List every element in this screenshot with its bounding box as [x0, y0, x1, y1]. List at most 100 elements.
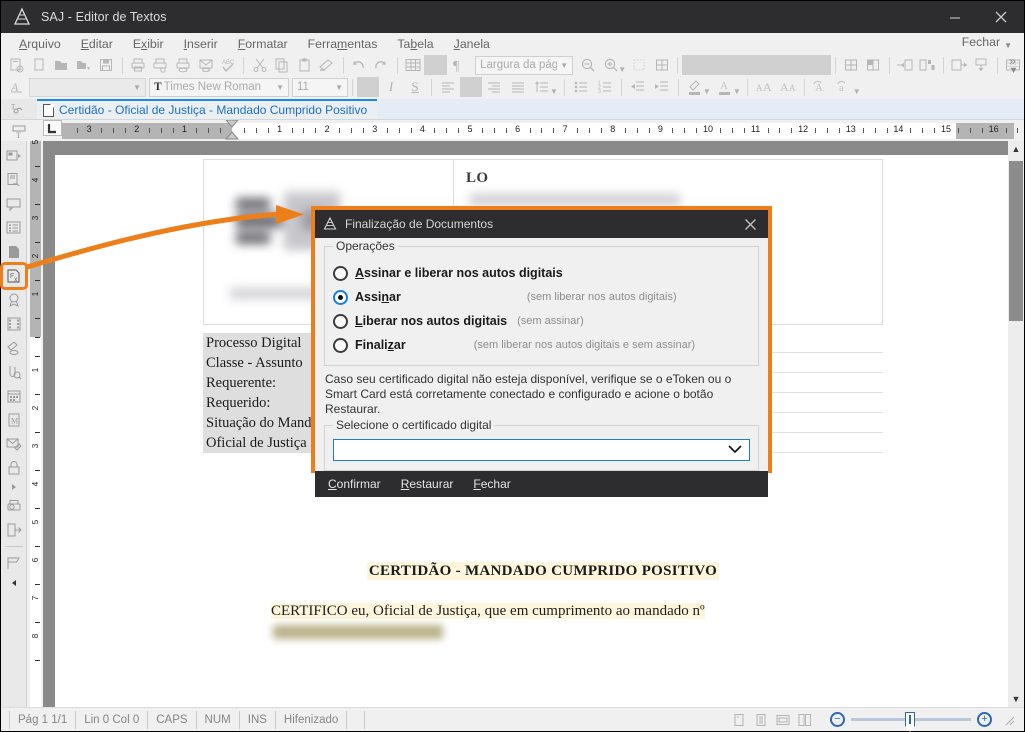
- collapse-panel-icon[interactable]: [3, 576, 25, 590]
- bullet-list-icon[interactable]: [569, 77, 593, 98]
- option-finalizar[interactable]: Finalizar (sem liberar nos autos digitai…: [333, 333, 750, 357]
- radio-finalizar[interactable]: [333, 337, 348, 353]
- chevron-down-icon[interactable]: [727, 443, 743, 457]
- menu-ferramentas[interactable]: Ferramentas: [298, 35, 388, 53]
- indent-marker[interactable]: [224, 119, 240, 140]
- increase-indent-icon[interactable]: [650, 77, 674, 98]
- chevron-down-icon[interactable]: ▼: [703, 87, 711, 96]
- menu-editar[interactable]: Editar: [71, 35, 123, 53]
- text-tool-icon[interactable]: T: [1, 99, 37, 119]
- exit-door-icon[interactable]: [3, 519, 25, 541]
- radio-assinar[interactable]: [333, 289, 348, 305]
- zoom-level-combo[interactable]: Largura da página ▼: [475, 55, 574, 75]
- document-page-icon[interactable]: [3, 241, 25, 263]
- status-caps[interactable]: CAPS: [148, 710, 197, 729]
- clear-formatting-icon[interactable]: A: [5, 77, 29, 98]
- align-justify-icon[interactable]: [506, 77, 530, 98]
- horizontal-ruler[interactable]: 3 2 1 1 2 3 4 5 6 7 8 9 10 11 12 13 14 15 16: [62, 119, 1019, 140]
- zoom-slider-group[interactable]: − +: [830, 712, 992, 727]
- paragraph-marks-icon[interactable]: ¶: [447, 55, 470, 76]
- font-size-combo[interactable]: 11 ▼: [292, 77, 348, 97]
- zoom-out-icon[interactable]: [577, 55, 600, 76]
- flag-icon[interactable]: [3, 552, 25, 574]
- mail-edit-icon[interactable]: [3, 433, 25, 455]
- chevron-down-icon[interactable]: ▼: [550, 87, 558, 96]
- chevron-down-icon[interactable]: ▼: [853, 87, 861, 96]
- print-multiple-icon[interactable]: [149, 55, 172, 76]
- scrollbar-thumb[interactable]: [1009, 161, 1023, 321]
- restaurar-button[interactable]: Restaurar: [401, 477, 454, 491]
- scroll-down-icon[interactable]: ▼: [1008, 691, 1024, 707]
- menu-formatar[interactable]: Formatar: [228, 35, 298, 53]
- align-center-icon[interactable]: [460, 77, 482, 97]
- zoom-slider-thumb[interactable]: [905, 712, 915, 727]
- web-view-icon[interactable]: [772, 711, 794, 729]
- chevron-down-icon[interactable]: ▼: [618, 65, 626, 74]
- align-right-icon[interactable]: [482, 77, 506, 98]
- new-document-icon[interactable]: [5, 55, 28, 76]
- italic-button[interactable]: I: [379, 77, 403, 98]
- minimize-icon[interactable]: [932, 1, 978, 33]
- lock-icon[interactable]: [3, 457, 25, 479]
- menu-tabela[interactable]: Tabela: [387, 35, 443, 53]
- menu-fechar[interactable]: Fechar: [962, 35, 1000, 49]
- chevron-down-icon[interactable]: ▼: [1004, 41, 1012, 50]
- close-icon[interactable]: [732, 210, 768, 238]
- scrollbar-track[interactable]: [1008, 157, 1024, 691]
- two-page-view-icon[interactable]: [794, 711, 816, 729]
- expand-arrow-icon[interactable]: [3, 481, 25, 493]
- status-ins[interactable]: INS: [240, 710, 276, 729]
- paragraph-style-combo[interactable]: ▼: [29, 77, 146, 97]
- format-painter-icon[interactable]: [316, 55, 339, 76]
- vertical-ruler[interactable]: 5 4 3 2 1 1 2 3 4 5 6 7 8: [27, 140, 43, 707]
- option-assinar-e-liberar[interactable]: Assinar e liberar nos autos digitais: [333, 261, 750, 285]
- close-icon[interactable]: [978, 1, 1024, 33]
- zoom-minus-icon[interactable]: −: [830, 712, 845, 727]
- insert-row-above-icon[interactable]: [948, 55, 971, 76]
- film-strip-icon[interactable]: [3, 313, 25, 335]
- open-recent-icon[interactable]: [73, 55, 96, 76]
- zoom-plus-icon[interactable]: +: [977, 712, 992, 727]
- document-tab[interactable]: Certidão - Oficial de Justiça - Mandado …: [37, 99, 378, 119]
- document-properties-icon[interactable]: [3, 169, 25, 191]
- send-mail-icon[interactable]: [194, 55, 217, 76]
- option-assinar[interactable]: Assinar (sem liberar nos autos digitais): [333, 285, 750, 309]
- insert-col-right-icon[interactable]: [916, 55, 939, 76]
- scroll-up-icon[interactable]: ▲: [1008, 141, 1024, 157]
- status-hyphenation[interactable]: Hifenizado: [276, 710, 348, 729]
- status-num[interactable]: NUM: [197, 710, 240, 729]
- print-preview-icon[interactable]: [3, 495, 25, 517]
- continuous-view-icon[interactable]: [750, 711, 772, 729]
- print-setup-icon[interactable]: [172, 55, 195, 76]
- menu-arquivo[interactable]: AArquivorquivo: [9, 35, 71, 53]
- table-border-icon[interactable]: [651, 55, 674, 76]
- chevron-down-icon[interactable]: ▼: [733, 87, 741, 96]
- text-frame-icon[interactable]: T: [1, 120, 37, 141]
- finalize-document-icon[interactable]: Fx: [0, 262, 28, 290]
- font-family-combo[interactable]: T Times New Roman ▼: [149, 77, 289, 97]
- save-icon[interactable]: [95, 55, 118, 76]
- underline-button[interactable]: S: [403, 77, 427, 98]
- undo-icon[interactable]: [347, 55, 370, 76]
- spellcheck-icon[interactable]: ABC: [217, 55, 240, 76]
- decrease-indent-icon[interactable]: [626, 77, 650, 98]
- certificate-select[interactable]: [333, 439, 750, 461]
- tab-stop-L-icon[interactable]: [43, 120, 62, 136]
- gavel-view-icon[interactable]: [3, 337, 25, 359]
- blank-page-icon[interactable]: [28, 55, 51, 76]
- border-tools-group[interactable]: [682, 55, 831, 75]
- single-page-view-icon[interactable]: [728, 711, 750, 729]
- seal-signature-icon[interactable]: [3, 289, 25, 311]
- print-icon[interactable]: [127, 55, 150, 76]
- resize-grip-icon[interactable]: [1002, 713, 1016, 727]
- calendar-icon[interactable]: [3, 385, 25, 407]
- increase-font-icon[interactable]: AA: [752, 77, 776, 98]
- menu-inserir[interactable]: Inserir: [174, 35, 228, 53]
- option-liberar[interactable]: Liberar nos autos digitais (sem assinar): [333, 309, 750, 333]
- zoom-slider-track[interactable]: [851, 712, 971, 727]
- bold-button[interactable]: [357, 77, 379, 97]
- redo-icon[interactable]: [370, 55, 393, 76]
- numbered-list-icon[interactable]: 123: [593, 77, 617, 98]
- vertical-scrollbar[interactable]: ▲ ▼: [1008, 141, 1024, 707]
- merge-cells-icon[interactable]: [862, 55, 885, 76]
